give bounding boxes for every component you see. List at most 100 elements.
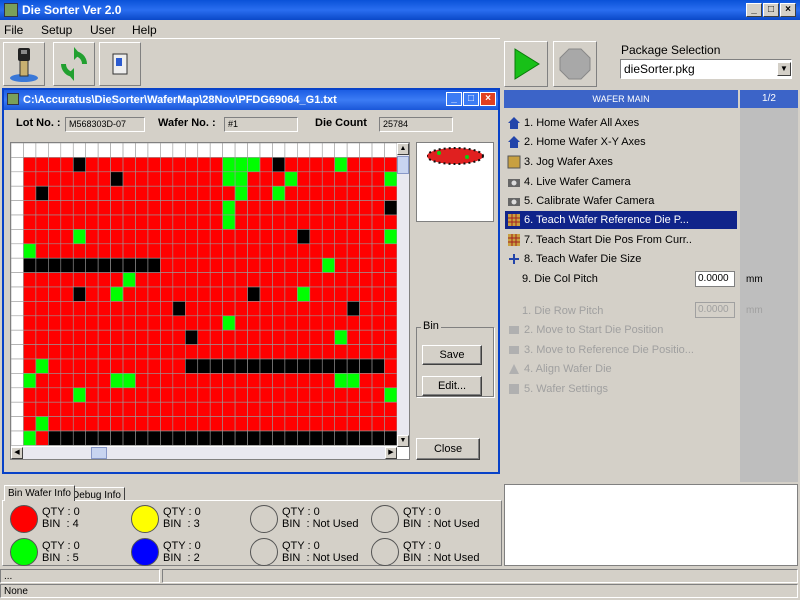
die-cell[interactable] (35, 185, 49, 201)
die-cell[interactable] (346, 344, 360, 360)
die-cell[interactable] (297, 358, 311, 374)
die-cell[interactable] (147, 358, 161, 374)
die-cell[interactable] (72, 171, 86, 187)
die-cell[interactable] (135, 171, 149, 187)
die-cell[interactable] (122, 430, 136, 446)
die-cell[interactable] (85, 185, 99, 201)
die-cell[interactable] (97, 157, 111, 173)
die-cell[interactable] (197, 143, 211, 158)
die-cell[interactable] (384, 229, 397, 245)
die-cell[interactable] (60, 373, 74, 389)
die-cell[interactable] (35, 157, 49, 173)
die-cell[interactable] (384, 171, 397, 187)
die-cell[interactable] (359, 430, 373, 446)
die-cell[interactable] (60, 143, 74, 158)
die-cell[interactable] (97, 143, 111, 158)
die-cell[interactable] (284, 185, 298, 201)
die-cell[interactable] (247, 157, 261, 173)
die-cell[interactable] (359, 286, 373, 302)
die-cell[interactable] (334, 416, 348, 432)
close-window-button[interactable]: Close (416, 438, 480, 460)
die-cell[interactable] (97, 214, 111, 230)
die-cell[interactable] (147, 272, 161, 288)
die-cell[interactable] (60, 243, 74, 259)
die-cell[interactable] (197, 229, 211, 245)
die-cell[interactable] (359, 229, 373, 245)
die-cell[interactable] (359, 358, 373, 374)
die-cell[interactable] (272, 344, 286, 360)
die-cell[interactable] (334, 286, 348, 302)
die-cell[interactable] (23, 143, 37, 158)
die-cell[interactable] (185, 416, 199, 432)
die-cell[interactable] (122, 301, 136, 317)
die-cell[interactable] (60, 272, 74, 288)
save-button[interactable]: Save (422, 345, 482, 365)
die-cell[interactable] (384, 143, 397, 158)
die-cell[interactable] (11, 416, 24, 432)
die-cell[interactable] (284, 243, 298, 259)
die-cell[interactable] (247, 286, 261, 302)
die-cell[interactable] (147, 200, 161, 216)
die-cell[interactable] (272, 185, 286, 201)
die-cell[interactable] (346, 358, 360, 374)
die-cell[interactable] (85, 286, 99, 302)
die-cell[interactable] (110, 358, 124, 374)
die-cell[interactable] (359, 257, 373, 273)
die-cell[interactable] (135, 286, 149, 302)
die-cell[interactable] (48, 373, 62, 389)
die-cell[interactable] (160, 143, 174, 158)
die-cell[interactable] (147, 344, 161, 360)
die-cell[interactable] (110, 329, 124, 345)
die-cell[interactable] (122, 171, 136, 187)
die-cell[interactable] (222, 387, 236, 403)
die-cell[interactable] (135, 315, 149, 331)
die-cell[interactable] (359, 243, 373, 259)
die-cell[interactable] (172, 329, 186, 345)
die-cell[interactable] (297, 243, 311, 259)
die-cell[interactable] (110, 344, 124, 360)
die-cell[interactable] (334, 243, 348, 259)
die-cell[interactable] (35, 229, 49, 245)
die-cell[interactable] (247, 185, 261, 201)
die-cell[interactable] (23, 430, 37, 446)
die-cell[interactable] (48, 286, 62, 302)
die-cell[interactable] (284, 358, 298, 374)
die-cell[interactable] (284, 387, 298, 403)
die-cell[interactable] (48, 315, 62, 331)
die-cell[interactable] (35, 401, 49, 417)
die-cell[interactable] (72, 286, 86, 302)
menu-help[interactable]: Help (132, 23, 157, 37)
die-cell[interactable] (135, 200, 149, 216)
die-cell[interactable] (384, 286, 397, 302)
die-cell[interactable] (23, 401, 37, 417)
die-cell[interactable] (60, 171, 74, 187)
die-cell[interactable] (234, 430, 248, 446)
stop-button[interactable] (553, 41, 597, 87)
die-cell[interactable] (209, 143, 223, 158)
die-cell[interactable] (197, 214, 211, 230)
die-cell[interactable] (185, 143, 199, 158)
die-cell[interactable] (60, 416, 74, 432)
die-cell[interactable] (247, 272, 261, 288)
die-cell[interactable] (321, 387, 335, 403)
die-cell[interactable] (384, 272, 397, 288)
die-cell[interactable] (160, 171, 174, 187)
die-cell[interactable] (35, 214, 49, 230)
die-cell[interactable] (122, 257, 136, 273)
die-cell[interactable] (97, 200, 111, 216)
die-cell[interactable] (321, 272, 335, 288)
die-cell[interactable] (384, 344, 397, 360)
die-cell[interactable] (209, 329, 223, 345)
die-cell[interactable] (35, 143, 49, 158)
die-cell[interactable] (247, 200, 261, 216)
die-cell[interactable] (284, 301, 298, 317)
die-cell[interactable] (309, 329, 323, 345)
die-cell[interactable] (35, 358, 49, 374)
die-cell[interactable] (23, 286, 37, 302)
die-cell[interactable] (97, 430, 111, 446)
die-cell[interactable] (209, 315, 223, 331)
die-cell[interactable] (60, 214, 74, 230)
die-cell[interactable] (85, 387, 99, 403)
die-cell[interactable] (122, 416, 136, 432)
die-cell[interactable] (85, 344, 99, 360)
